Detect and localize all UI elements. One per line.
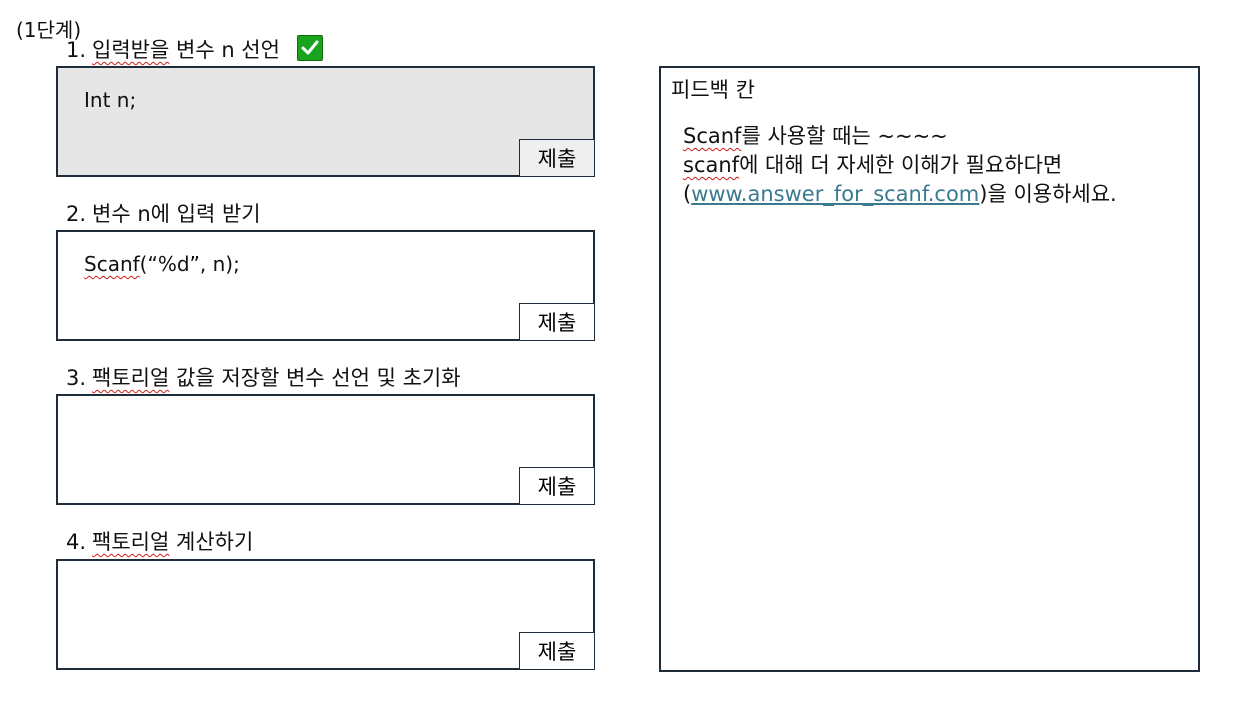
feedback-misspelled: Scanf xyxy=(683,124,742,148)
feedback-body: Scanf를 사용할 때는 ~~~~ scanf에 대해 더 자세한 이해가 필… xyxy=(683,122,1117,209)
answer-text: Int n; xyxy=(84,88,137,112)
question-title-misspelled: 입력받을 xyxy=(92,38,170,62)
answer-rest: (“%d”, n); xyxy=(139,252,240,276)
question-title-misspelled: 팩토리얼 xyxy=(92,366,170,390)
question-title-text: 계산하기 xyxy=(169,530,254,554)
feedback-text: )을 이용하세요. xyxy=(979,182,1117,206)
answer-box-4[interactable]: 제출 xyxy=(56,559,595,670)
question-title-text: 변수 n에 입력 받기 xyxy=(92,202,261,226)
answer-box-3[interactable]: 제출 xyxy=(56,394,595,505)
submit-button-1[interactable]: 제출 xyxy=(519,139,595,177)
feedback-panel: 피드백 칸 Scanf를 사용할 때는 ~~~~ scanf에 대해 더 자세한… xyxy=(659,66,1200,672)
submit-button-2[interactable]: 제출 xyxy=(519,303,595,341)
question-title-text: 변수 n 선언 xyxy=(169,38,280,62)
answer-box-1[interactable]: Int n; 제출 xyxy=(56,66,595,177)
feedback-text: 에 대해 더 자세한 이해가 필요하다면 xyxy=(739,153,1063,177)
question-3-title: 3. 팩토리얼 값을 저장할 변수 선언 및 초기화 xyxy=(66,362,461,392)
question-number: 3. xyxy=(66,366,87,390)
question-number: 4. xyxy=(66,530,87,554)
feedback-text: ( xyxy=(683,182,692,206)
feedback-line-3: (www.answer_for_scanf.com)을 이용하세요. xyxy=(683,180,1117,209)
submit-button-4[interactable]: 제출 xyxy=(519,632,595,670)
question-4-title: 4. 팩토리얼 계산하기 xyxy=(66,526,253,556)
question-number: 2. xyxy=(66,202,87,226)
feedback-link[interactable]: www.answer_for_scanf.com xyxy=(691,182,979,206)
question-title-text: 값을 저장할 변수 선언 및 초기화 xyxy=(169,366,461,390)
feedback-misspelled: scanf xyxy=(683,153,740,177)
question-title-misspelled: 팩토리얼 xyxy=(92,530,170,554)
question-number: 1. xyxy=(66,38,87,62)
feedback-line-2: scanf에 대해 더 자세한 이해가 필요하다면 xyxy=(683,151,1117,180)
question-2-title: 2. 변수 n에 입력 받기 xyxy=(66,198,261,228)
question-1-title: 1. 입력받을 변수 n 선언 xyxy=(66,34,323,64)
feedback-line-1: Scanf를 사용할 때는 ~~~~ xyxy=(683,122,1117,151)
checkmark-icon xyxy=(296,35,323,61)
answer-box-2[interactable]: Scanf(“%d”, n); 제출 xyxy=(56,230,595,341)
submit-button-3[interactable]: 제출 xyxy=(519,467,595,505)
feedback-text: 를 사용할 때는 ~~~~ xyxy=(741,124,948,148)
feedback-title: 피드백 칸 xyxy=(671,78,755,102)
answer-text: Scanf(“%d”, n); xyxy=(84,252,240,276)
answer-misspelled: Scanf xyxy=(84,252,140,276)
